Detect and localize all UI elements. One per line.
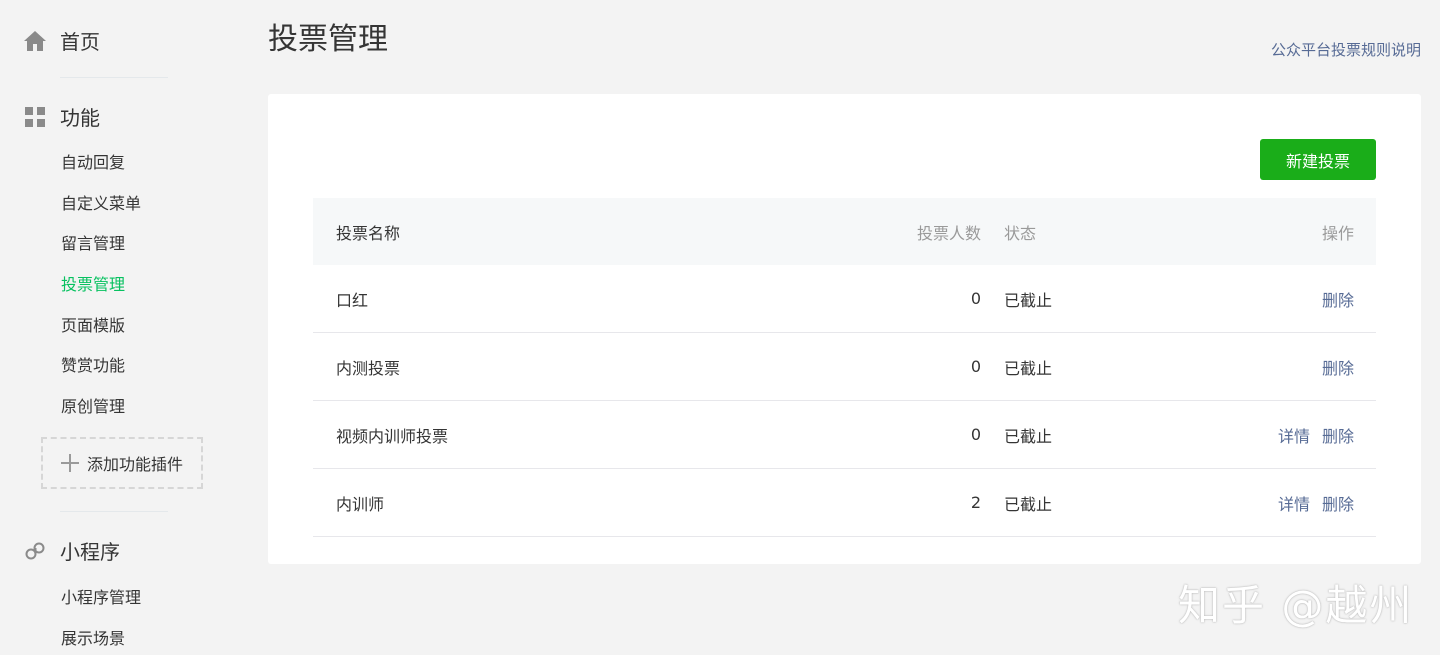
vote-rules-link[interactable]: 公众平台投票规则说明 <box>1271 39 1421 60</box>
detail-link[interactable]: 详情 <box>1278 491 1310 515</box>
row-actions: 删除 <box>1322 333 1354 400</box>
page-title: 投票管理 <box>268 22 388 57</box>
sidebar-divider <box>60 77 168 78</box>
table-row: 视频内训师投票 0 已截止 详情 删除 <box>313 401 1376 469</box>
nav-miniprogram-label: 小程序 <box>60 540 120 564</box>
plus-icon <box>61 454 79 472</box>
vote-name: 内训师 <box>336 494 385 514</box>
delete-link[interactable]: 删除 <box>1322 423 1354 447</box>
column-header-ops: 操作 <box>1321 223 1354 243</box>
sidebar-item-miniprogram-management[interactable]: 小程序管理 <box>61 587 141 609</box>
delete-link[interactable]: 删除 <box>1322 491 1354 515</box>
vote-count: 2 <box>970 493 981 512</box>
vote-status: 已截止 <box>1004 290 1053 310</box>
watermark: 知乎 @越州 <box>1178 581 1414 630</box>
vote-status: 已截止 <box>1004 358 1053 378</box>
sidebar-divider <box>60 511 168 512</box>
vote-table: 投票名称 投票人数 状态 操作 口红 0 已截止 删除 内测投票 0 已截止 删… <box>313 198 1376 537</box>
sidebar-item-page-templates[interactable]: 页面模版 <box>61 315 125 337</box>
vote-name: 内测投票 <box>336 358 401 378</box>
row-actions: 详情 删除 <box>1278 469 1354 536</box>
table-row: 口红 0 已截止 删除 <box>313 265 1376 333</box>
home-icon <box>22 28 48 54</box>
sidebar: 首页 功能 自动回复 自定义菜单 留言管理 投票管理 页面模版 赞赏功能 原创管… <box>0 0 240 655</box>
sidebar-item-custom-menu[interactable]: 自定义菜单 <box>61 193 141 215</box>
vote-name: 视频内训师投票 <box>336 426 449 446</box>
vote-list-card: 新建投票 投票名称 投票人数 状态 操作 口红 0 已截止 删除 内测投票 0 … <box>268 94 1421 564</box>
vote-count: 0 <box>970 289 981 308</box>
row-actions: 删除 <box>1322 265 1354 332</box>
new-vote-button[interactable]: 新建投票 <box>1260 139 1376 180</box>
vote-count: 0 <box>970 425 981 444</box>
vote-name: 口红 <box>336 290 369 310</box>
column-header-name: 投票名称 <box>336 223 401 243</box>
table-row: 内训师 2 已截止 详情 删除 <box>313 469 1376 537</box>
vote-status: 已截止 <box>1004 426 1053 446</box>
sidebar-item-vote-management[interactable]: 投票管理 <box>61 274 125 296</box>
delete-link[interactable]: 删除 <box>1322 287 1354 311</box>
sidebar-item-rewards[interactable]: 赞赏功能 <box>61 355 125 377</box>
link-icon <box>22 538 48 564</box>
delete-link[interactable]: 删除 <box>1322 355 1354 379</box>
nav-features[interactable]: 功能 <box>22 102 100 131</box>
row-actions: 详情 删除 <box>1278 401 1354 468</box>
nav-home[interactable]: 首页 <box>22 26 100 55</box>
table-header: 投票名称 投票人数 状态 操作 <box>313 198 1376 265</box>
table-row: 内测投票 0 已截止 删除 <box>313 333 1376 401</box>
grid-icon <box>22 104 48 130</box>
nav-miniprogram[interactable]: 小程序 <box>22 536 120 565</box>
column-header-count: 投票人数 <box>916 223 981 243</box>
sidebar-item-display-scenes[interactable]: 展示场景 <box>61 628 125 650</box>
column-header-status: 状态 <box>1004 223 1037 243</box>
nav-home-label: 首页 <box>60 30 100 54</box>
sidebar-item-original[interactable]: 原创管理 <box>61 396 125 418</box>
nav-features-label: 功能 <box>60 106 100 130</box>
sidebar-item-comments[interactable]: 留言管理 <box>61 233 125 255</box>
vote-count: 0 <box>970 357 981 376</box>
sidebar-item-auto-reply[interactable]: 自动回复 <box>61 152 125 174</box>
add-plugin-label: 添加功能插件 <box>87 455 184 474</box>
add-plugin-button[interactable]: 添加功能插件 <box>41 437 203 489</box>
detail-link[interactable]: 详情 <box>1278 423 1310 447</box>
vote-status: 已截止 <box>1004 494 1053 514</box>
